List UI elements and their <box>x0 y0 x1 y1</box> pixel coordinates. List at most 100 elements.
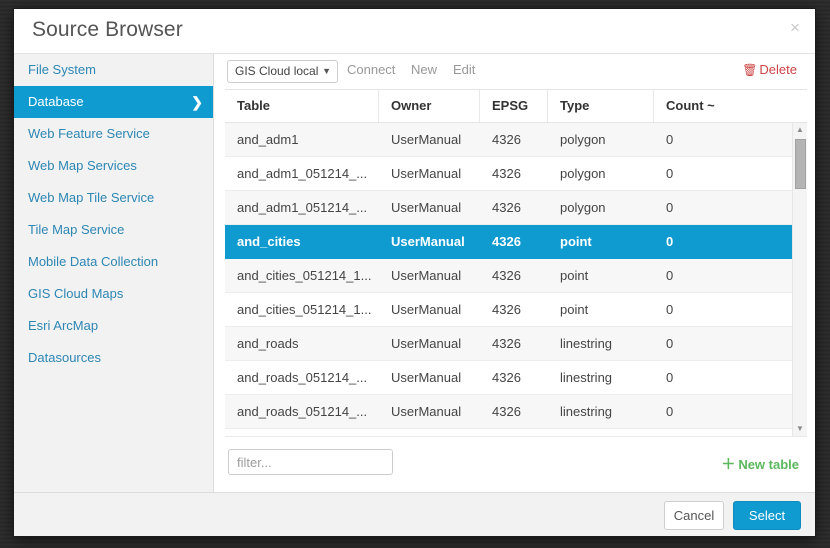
table-row[interactable]: and_cities_051214_1... UserManual 4326 p… <box>225 259 807 293</box>
sidebar-item-web-map-services[interactable]: Web Map Services <box>14 150 213 182</box>
cell-epsg: 4326 <box>492 302 521 317</box>
close-icon[interactable]: × <box>785 18 805 38</box>
cell-type: point <box>560 234 592 249</box>
cell-owner: UserManual <box>379 429 480 436</box>
sidebar-item-database[interactable]: Database ❯ <box>14 86 213 118</box>
tables-grid-body[interactable]: and_adm1 UserManual 4326 polygon 0 and_a… <box>225 123 807 436</box>
cell-owner: UserManual <box>391 268 462 283</box>
cell-count: 0 <box>666 336 674 351</box>
scroll-down-icon[interactable]: ▼ <box>793 422 807 436</box>
cell-owner: UserManual <box>391 234 465 249</box>
cell-count: 0 <box>666 166 674 181</box>
cell-epsg: 4326 <box>492 166 521 181</box>
sidebar-item-esri-arcmap[interactable]: Esri ArcMap <box>14 310 213 342</box>
cell-type: polygon <box>560 132 606 147</box>
column-header-table[interactable]: Table <box>225 90 379 122</box>
cell-epsg: 4326 <box>492 370 521 385</box>
cell-epsg: 4326 <box>492 234 521 249</box>
cell-owner: UserManual <box>391 132 462 147</box>
grid-vertical-scrollbar[interactable]: ▲ ▼ <box>792 123 807 436</box>
trash-icon: 🗑 <box>742 63 758 77</box>
delete-connection-button[interactable]: 🗑 Delete <box>742 62 797 77</box>
edit-connection-button[interactable]: Edit <box>453 62 475 77</box>
page-title: Source Browser <box>32 18 183 41</box>
cell-count: 0 <box>666 234 674 249</box>
cell-table: and_adm1_051214_... <box>237 166 368 181</box>
sidebar-item-gis-cloud-maps[interactable]: GIS Cloud Maps <box>14 278 213 310</box>
cancel-button[interactable]: Cancel <box>664 501 724 530</box>
plus-icon: ＋ <box>721 456 736 472</box>
cell-type: polygon <box>560 166 606 181</box>
table-row[interactable]: and_adm1 UserManual 4326 polygon 0 <box>225 123 807 157</box>
database-panel: GIS Cloud local ▼ Connect New Edit 🗑 Dele… <box>215 54 815 492</box>
scroll-up-icon[interactable]: ▲ <box>793 123 807 137</box>
sidebar-item-tile-map-service[interactable]: Tile Map Service <box>14 214 213 246</box>
column-header-epsg[interactable]: EPSG <box>480 90 548 122</box>
filter-input[interactable] <box>228 449 393 475</box>
connect-button[interactable]: Connect <box>347 62 395 77</box>
delete-label: Delete <box>759 62 797 77</box>
filter-bar: ＋New table <box>225 436 807 490</box>
sidebar-item-label: Tile Map Service <box>28 222 125 237</box>
cell-owner: UserManual <box>391 336 462 351</box>
cell-epsg: 4326 <box>492 200 521 215</box>
database-toolbar: GIS Cloud local ▼ Connect New Edit 🗑 Dele… <box>215 54 815 89</box>
new-table-button[interactable]: ＋ New table <box>721 454 799 474</box>
sidebar-item-label: File System <box>28 62 96 77</box>
sidebar-item-label: Web Feature Service <box>28 126 150 141</box>
cell-epsg: 4326 <box>492 404 521 419</box>
cell-epsg: 4326 <box>492 336 521 351</box>
cell-count: 0 <box>666 370 674 385</box>
column-header-count[interactable]: Count ~ <box>654 90 784 122</box>
sidebar-item-datasources[interactable]: Datasources <box>14 342 213 374</box>
cell-type: linestring <box>560 370 613 385</box>
sidebar-item-web-map-tile-service[interactable]: Web Map Tile Service <box>14 182 213 214</box>
cell-type: linestring <box>560 404 613 419</box>
cell-epsg: 4326 <box>480 429 548 436</box>
dialog-body: File System Database ❯ Web Feature Servi… <box>14 54 815 492</box>
table-row[interactable]: and_adm1_051214_... UserManual 4326 poly… <box>225 157 807 191</box>
dialog-titlebar: Source Browser × <box>14 9 815 54</box>
sidebar-item-label: GIS Cloud Maps <box>28 286 124 301</box>
cell-table: and_cities_051214_1... <box>237 268 372 283</box>
cell-table: and_roads_121214_... <box>225 429 379 436</box>
scrollbar-thumb[interactable] <box>795 139 806 189</box>
source-browser-dialog: Source Browser × File System Database ❯ … <box>14 9 815 536</box>
cell-table: and_cities <box>237 234 301 249</box>
select-button[interactable]: Select <box>733 501 801 530</box>
tables-grid: Table Owner EPSG Type Count ~ and_adm1 U… <box>225 89 807 436</box>
table-row-selected[interactable]: and_cities UserManual 4326 point 0 <box>225 225 807 259</box>
sidebar-item-label: Web Map Services <box>28 158 137 173</box>
table-row[interactable]: and_roads UserManual 4326 linestring 0 <box>225 327 807 361</box>
new-connection-button[interactable]: New <box>411 62 437 77</box>
table-row[interactable]: and_roads_051214_... UserManual 4326 lin… <box>225 395 807 429</box>
table-row[interactable]: and_roads_121214_... UserManual 4326 lin… <box>225 429 807 436</box>
table-row[interactable]: and_adm1_051214_... UserManual 4326 poly… <box>225 191 807 225</box>
cell-owner: UserManual <box>391 404 462 419</box>
cell-type: polygon <box>560 200 606 215</box>
connection-select-value: GIS Cloud local <box>235 64 319 78</box>
table-row[interactable]: and_cities_051214_1... UserManual 4326 p… <box>225 293 807 327</box>
cell-count: 0 <box>666 200 674 215</box>
connection-select[interactable]: GIS Cloud local ▼ <box>227 60 338 83</box>
source-type-sidebar: File System Database ❯ Web Feature Servi… <box>14 54 214 492</box>
cell-count: 0 <box>654 429 784 436</box>
sidebar-item-label: Datasources <box>28 350 101 365</box>
column-header-owner[interactable]: Owner <box>379 90 480 122</box>
sidebar-item-mobile-data-collection[interactable]: Mobile Data Collection <box>14 246 213 278</box>
cell-count: 0 <box>666 302 674 317</box>
cell-count: 0 <box>666 404 674 419</box>
sidebar-item-label: Database <box>28 94 84 109</box>
column-header-type[interactable]: Type <box>548 90 654 122</box>
cell-owner: UserManual <box>391 302 462 317</box>
cell-type: point <box>560 268 589 283</box>
cell-count: 0 <box>666 132 674 147</box>
cell-epsg: 4326 <box>492 132 521 147</box>
sidebar-item-web-feature-service[interactable]: Web Feature Service <box>14 118 213 150</box>
cell-owner: UserManual <box>391 166 462 181</box>
cell-owner: UserManual <box>391 200 462 215</box>
sidebar-item-label: Esri ArcMap <box>28 318 99 333</box>
sidebar-item-file-system[interactable]: File System <box>14 54 213 86</box>
table-row[interactable]: and_roads_051214_... UserManual 4326 lin… <box>225 361 807 395</box>
cell-epsg: 4326 <box>492 268 521 283</box>
